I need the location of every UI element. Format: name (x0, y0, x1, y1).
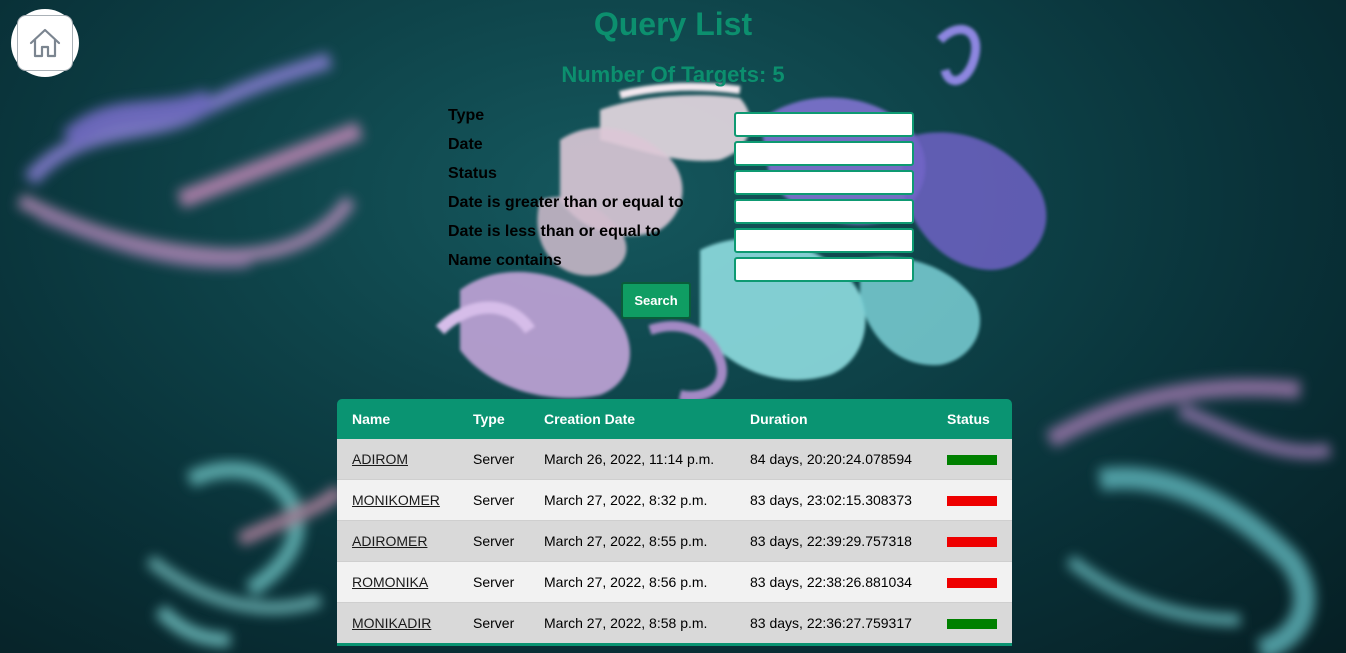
filter-label-date: Date (448, 136, 483, 153)
type-cell: Server (458, 520, 529, 562)
name-cell: ADIROMER (337, 520, 458, 562)
creation-date-cell: March 27, 2022, 8:56 p.m. (529, 561, 735, 603)
creation-date-cell: March 27, 2022, 8:58 p.m. (529, 602, 735, 646)
name-cell: MONIKOMER (337, 479, 458, 521)
name-cell: ROMONIKA (337, 561, 458, 603)
type-cell: Server (458, 439, 529, 480)
date-gte-input[interactable] (734, 199, 914, 224)
table-row: ADIROM Server March 26, 2022, 11:14 p.m.… (337, 439, 1012, 480)
duration-cell: 83 days, 22:38:26.881034 (735, 561, 932, 603)
status-input[interactable] (734, 170, 914, 195)
duration-cell: 83 days, 22:39:29.757318 (735, 520, 932, 562)
column-header-duration: Duration (750, 411, 808, 427)
status-indicator (947, 455, 997, 466)
creation-date-cell: March 27, 2022, 8:32 p.m. (529, 479, 735, 521)
column-header-type: Type (473, 411, 505, 427)
filter-label-date-lte: Date is less than or equal to (448, 223, 661, 240)
target-count: Number Of Targets: 5 (561, 62, 785, 87)
date-lte-input[interactable] (734, 228, 914, 253)
target-name-link[interactable]: ADIROMER (352, 533, 427, 549)
table-row: MONIKADIR Server March 27, 2022, 8:58 p.… (337, 602, 1012, 646)
search-button[interactable]: Search (621, 282, 691, 319)
date-input[interactable] (734, 141, 914, 166)
status-cell (932, 602, 1012, 646)
table-row: ADIROMER Server March 27, 2022, 8:55 p.m… (337, 520, 1012, 562)
column-header-status: Status (947, 411, 990, 427)
name-cell: MONIKADIR (337, 602, 458, 646)
table-header-row: Name Type Creation Date Duration Status (337, 399, 1012, 439)
name-cell: ADIROM (337, 439, 458, 480)
status-cell (932, 479, 1012, 521)
type-cell: Server (458, 602, 529, 646)
target-name-link[interactable]: ADIROM (352, 451, 408, 467)
status-indicator (947, 496, 997, 507)
column-header-creation-date: Creation Date (544, 411, 636, 427)
filter-label-status: Status (448, 165, 497, 182)
table-row: MONIKOMER Server March 27, 2022, 8:32 p.… (337, 479, 1012, 521)
type-cell: Server (458, 479, 529, 521)
target-name-link[interactable]: MONIKOMER (352, 492, 440, 508)
page-title: Query List (593, 6, 753, 42)
type-input[interactable] (734, 112, 914, 137)
status-cell (932, 439, 1012, 480)
filter-label-type: Type (448, 107, 485, 124)
results-table: Name Type Creation Date Duration Status … (337, 399, 1012, 646)
filter-label-name-contains: Name contains (448, 252, 562, 269)
filter-label-date-gte: Date is greater than or equal to (448, 194, 684, 211)
target-name-link[interactable]: ROMONIKA (352, 574, 428, 590)
status-cell (932, 520, 1012, 562)
duration-cell: 83 days, 22:36:27.759317 (735, 602, 932, 646)
status-cell (932, 561, 1012, 603)
creation-date-cell: March 27, 2022, 8:55 p.m. (529, 520, 735, 562)
table-row: ROMONIKA Server March 27, 2022, 8:56 p.m… (337, 561, 1012, 603)
duration-cell: 84 days, 20:20:24.078594 (735, 439, 932, 480)
column-header-name: Name (352, 411, 391, 427)
target-name-link[interactable]: MONIKADIR (352, 615, 431, 631)
status-indicator (947, 537, 997, 548)
status-indicator (947, 619, 997, 630)
creation-date-cell: March 26, 2022, 11:14 p.m. (529, 439, 735, 480)
type-cell: Server (458, 561, 529, 603)
duration-cell: 83 days, 23:02:15.308373 (735, 479, 932, 521)
status-indicator (947, 578, 997, 589)
table-body: ADIROM Server March 26, 2022, 11:14 p.m.… (337, 439, 1012, 646)
name-contains-input[interactable] (734, 257, 914, 282)
